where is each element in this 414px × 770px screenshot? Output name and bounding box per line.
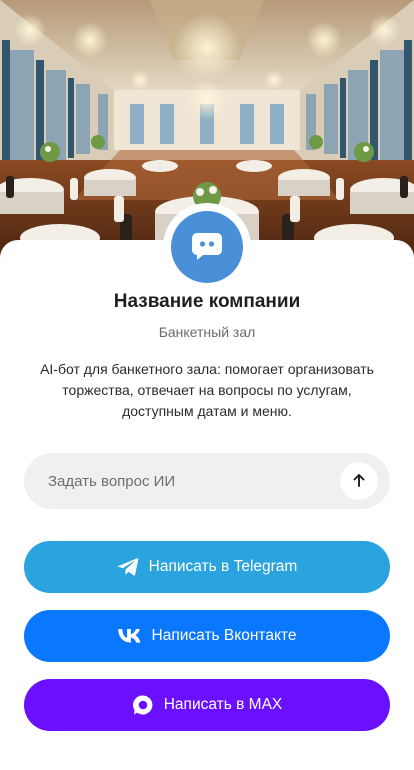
avatar: [171, 211, 243, 283]
ask-ai-input[interactable]: [24, 453, 324, 509]
telegram-button-label: Написать в Telegram: [148, 558, 298, 575]
send-button[interactable]: [340, 462, 378, 500]
company-description: AI-бот для банкетного зала: помогает орг…: [40, 361, 374, 419]
arrow-up-icon: [351, 472, 367, 491]
max-button-label: Написать в MAX: [163, 696, 283, 713]
chat-bot-icon: [189, 227, 225, 268]
vk-button[interactable]: Написать Вконтакте: [24, 610, 390, 662]
vk-icon: [117, 629, 142, 643]
ask-ai-field: [24, 453, 390, 509]
company-category: Банкетный зал: [158, 324, 256, 340]
company-name: Название компании: [113, 291, 301, 312]
max-button[interactable]: Написать в MAX: [24, 679, 390, 731]
max-icon: [132, 694, 154, 716]
telegram-button[interactable]: Написать в Telegram: [24, 541, 390, 593]
telegram-icon: [117, 557, 139, 577]
vk-button-label: Написать Вконтакте: [151, 627, 297, 644]
